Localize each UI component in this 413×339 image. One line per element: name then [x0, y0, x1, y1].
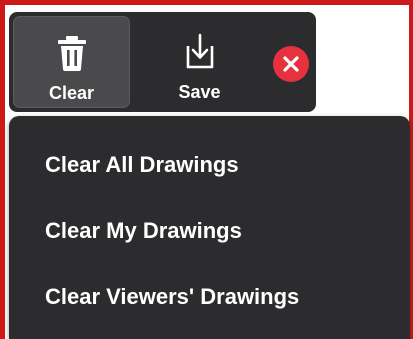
menu-item-clear-all-drawings[interactable]: Clear All Drawings: [9, 142, 410, 188]
trash-icon: [57, 36, 86, 71]
save-button[interactable]: Save: [141, 16, 258, 108]
screen-share-border-top: [0, 0, 413, 5]
save-download-icon: [186, 33, 213, 69]
clear-button[interactable]: Clear: [13, 16, 130, 108]
close-button[interactable]: [273, 46, 309, 82]
screen-share-border-left: [0, 0, 5, 339]
save-button-label: Save: [178, 82, 221, 102]
close-icon: [283, 56, 299, 72]
clear-button-label: Clear: [48, 83, 95, 103]
clear-options-menu: Clear All Drawings Clear My Drawings Cle…: [9, 116, 410, 339]
annotation-toolbar: Clear Save: [9, 12, 316, 112]
menu-item-clear-my-drawings[interactable]: Clear My Drawings: [9, 208, 410, 254]
menu-item-clear-viewers-drawings[interactable]: Clear Viewers' Drawings: [9, 274, 410, 320]
